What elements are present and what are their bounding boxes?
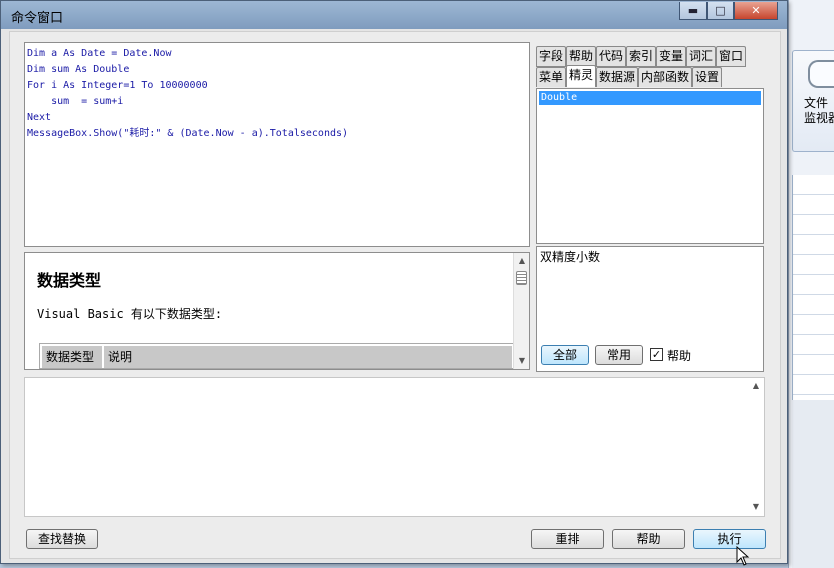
background-monitor-icon [808,60,834,88]
list-item[interactable]: Double [539,91,761,105]
tab-builtin-functions[interactable]: 内部函数 [638,67,692,87]
background-ribbon-label: 监视器 [804,111,834,125]
help-checkbox-label: 帮助 [667,349,692,363]
help-title: 数据类型 [37,271,102,290]
tab-menu[interactable]: 菜单 [536,67,566,87]
help-checkbox[interactable]: ✓ [650,348,663,361]
all-button[interactable]: 全部 [541,345,589,365]
maximize-button[interactable]: □ [707,2,734,20]
tab-wizard[interactable]: 精灵 [566,65,596,87]
rearrange-button[interactable]: 重排 [531,529,604,549]
help-table: 数据类型 说明 [39,343,515,369]
mouse-pointer-icon [736,546,750,566]
code-line: Dim sum As Double [27,64,130,75]
scrollbar-thumb[interactable] [516,271,527,285]
output-scrollbar[interactable]: ▲ ▼ [748,378,764,516]
output-area[interactable] [24,377,765,517]
tab-settings[interactable]: 设置 [692,67,722,87]
tab-datasource[interactable]: 数据源 [596,67,638,87]
scroll-down-arrow-icon[interactable]: ▼ [748,502,764,511]
code-line: Dim a As Date = Date.Now [27,48,172,59]
code-line: MessageBox.Show("耗时:" & (Date.Now - a).T… [27,128,349,139]
code-line: For i As Integer=1 To 10000000 [27,80,208,91]
close-button[interactable]: ✕ [734,2,778,20]
execute-button[interactable]: 执行 [693,529,766,549]
minimize-button[interactable]: ▬ [679,2,707,20]
tab-variable[interactable]: 变量 [656,46,686,66]
tab-index[interactable]: 索引 [626,46,656,66]
tab-vocabulary[interactable]: 词汇 [686,46,716,66]
tab-window[interactable]: 窗口 [716,46,746,66]
find-replace-button[interactable]: 查找替换 [26,529,98,549]
tab-code[interactable]: 代码 [596,46,626,66]
help-panel[interactable]: 数据类型 Visual Basic 有以下数据类型: 数据类型 说明 [24,252,530,370]
scroll-up-arrow-icon[interactable]: ▲ [748,381,764,390]
title-bar[interactable]: 命令窗口 ▬ □ ✕ [1,1,787,29]
tab-field[interactable]: 字段 [536,46,566,66]
code-editor[interactable]: Dim a As Date = Date.Now Dim sum As Doub… [24,42,530,247]
window-title: 命令窗口 [11,11,64,26]
help-table-header: 数据类型 [42,346,102,368]
tab-help[interactable]: 帮助 [566,46,596,66]
background-grid [792,175,834,400]
description-text: 双精度小数 [540,250,601,264]
code-line: Next [27,112,52,123]
help-table-header: 说明 [104,346,512,368]
help-text: Visual Basic 有以下数据类型: [37,307,223,321]
scroll-up-arrow-icon[interactable]: ▲ [514,256,530,265]
code-line: sum = sum+i [27,96,124,107]
type-list[interactable]: Double [536,88,764,244]
background-bottom [792,400,834,568]
common-button[interactable]: 常用 [595,345,643,365]
help-button[interactable]: 帮助 [612,529,685,549]
scroll-down-arrow-icon[interactable]: ▼ [514,356,530,365]
